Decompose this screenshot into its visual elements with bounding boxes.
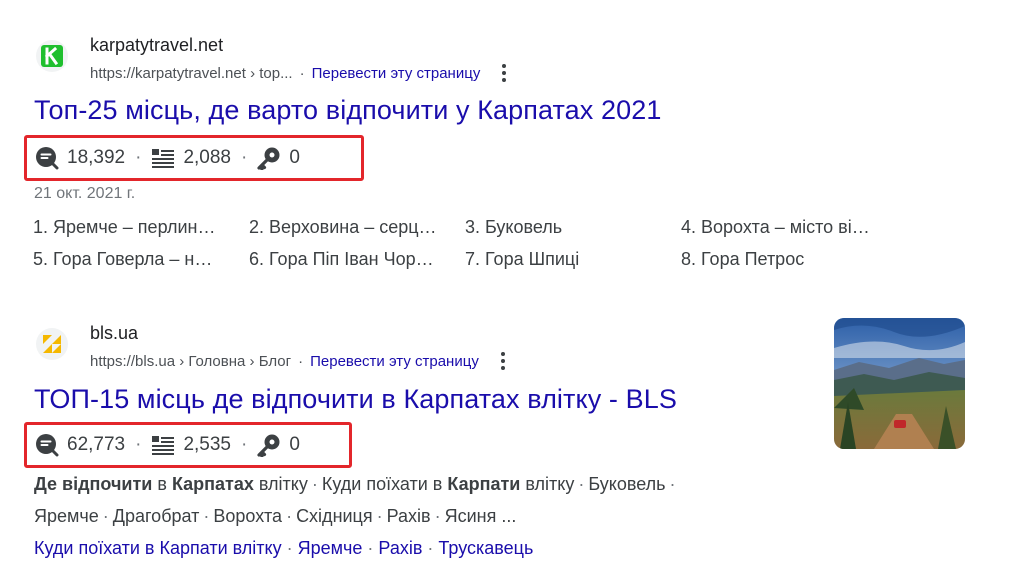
sitelink[interactable]: Рахів [378, 538, 422, 558]
traffic-value: 18,392 [67, 147, 126, 168]
separator-dot: · [286, 506, 293, 526]
separator-dot: · [578, 474, 585, 494]
keywords-value: 0 [289, 147, 300, 168]
separator-dot: · [434, 506, 441, 526]
snippet-text: Куди поїхати в [321, 474, 443, 494]
list-item[interactable]: 5. Гора Говерла – н… [33, 249, 243, 270]
separator-dot: · [427, 538, 434, 558]
snippet-text: влітку [520, 474, 575, 494]
list-item[interactable]: 7. Гора Шпиці [465, 249, 675, 270]
separator-dot: · [102, 506, 109, 526]
word-count-icon [152, 436, 175, 455]
snippet-text: в [152, 474, 172, 494]
separator-dot: · [241, 434, 248, 455]
list-item[interactable]: 4. Ворохта – місто ві… [681, 217, 896, 238]
snippet-bold: Карпатах [171, 474, 254, 494]
separator-dot: · [135, 147, 142, 168]
seo-metrics-highlight: 18,392 · 2,088 · 0 [24, 135, 364, 181]
site-name[interactable]: karpatytravel.net [90, 35, 223, 56]
karpatytravel-favicon[interactable] [36, 40, 68, 72]
keywords-metric: 0 [257, 433, 300, 457]
list-item[interactable]: 6. Гора Піп Іван Чор… [249, 249, 459, 270]
breadcrumb-url[interactable]: https://bls.ua › Головна › Блог [90, 353, 291, 370]
snippet-bold: Де відпочити [34, 474, 153, 494]
snippet-text: Рахів [386, 506, 431, 526]
separator-dot: · [203, 506, 210, 526]
sitelink[interactable]: Яремче [298, 538, 363, 558]
list-item[interactable]: 1. Яремче – перлин… [33, 217, 243, 238]
word-count-icon [152, 149, 175, 168]
url-line: https://bls.ua › Головна › Блог · Переве… [90, 350, 509, 372]
traffic-value: 62,773 [67, 434, 126, 455]
words-value: 2,088 [183, 147, 231, 168]
site-name[interactable]: bls.ua [90, 323, 138, 344]
snippet-line-1: Де відпочити в Карпатах влітку · Куди поїх… [34, 474, 680, 495]
separator-dot: · [298, 352, 304, 370]
snippet-text: влітку [253, 474, 308, 494]
snippet-bold: Карпати [447, 474, 521, 494]
snippet-text: Східниця [296, 506, 373, 526]
snippet-text: Ясиня ... [444, 506, 517, 526]
snippet-text: Яремче [34, 506, 99, 526]
translate-page-link[interactable]: Перевести эту страницу [312, 65, 481, 82]
k-logo-icon [41, 45, 63, 67]
words-value: 2,535 [183, 434, 231, 455]
search-traffic-icon [36, 147, 59, 170]
sitelink[interactable]: Трускавець [438, 538, 533, 558]
list-item[interactable]: 3. Буковель [465, 217, 675, 238]
keywords-metric: 0 [257, 146, 300, 170]
more-options-icon[interactable] [498, 62, 510, 84]
result-title-link[interactable]: Топ-25 місць, де варто відпочити у Карпа… [34, 95, 661, 126]
bls-logo-icon [43, 335, 61, 353]
separator-dot: · [376, 506, 383, 526]
list-item[interactable]: 2. Верховина – серц… [249, 217, 459, 238]
search-traffic-icon [36, 434, 59, 457]
bls-favicon[interactable] [36, 328, 68, 360]
snippet-text: Драгобрат [112, 506, 200, 526]
sitelink[interactable]: Куди поїхати в Карпати влітку [34, 538, 282, 558]
snippet-text: Ворохта [213, 506, 283, 526]
snippet-line-2: Яремче · Драгобрат · Ворохта · Східниця · Рахів ·… [34, 506, 516, 527]
key-icon [257, 147, 280, 170]
more-options-icon[interactable] [497, 350, 509, 372]
breadcrumb-url[interactable]: https://karpatytravel.net › top... [90, 65, 293, 82]
url-line: https://karpatytravel.net › top... · Пер… [90, 62, 510, 84]
list-item[interactable]: 8. Гора Петрос [681, 249, 896, 270]
words-metric: 2,088 [151, 147, 231, 169]
sitelinks: Куди поїхати в Карпати влітку · Яремче · Рах… [34, 538, 533, 559]
publish-date: 21 окт. 2021 г. [34, 185, 136, 202]
words-metric: 2,535 [151, 434, 231, 456]
separator-dot: · [241, 147, 248, 168]
separator-dot: · [669, 474, 676, 494]
seo-metrics-highlight: 62,773 · 2,535 · 0 [24, 422, 352, 468]
snippet-text: Буковель [588, 474, 666, 494]
mountain-landscape-image [834, 318, 965, 449]
separator-dot: · [286, 538, 293, 558]
keywords-value: 0 [289, 434, 300, 455]
separator-dot: · [299, 64, 305, 82]
separator-dot: · [135, 434, 142, 455]
separator-dot: · [311, 474, 318, 494]
traffic-metric: 18,392 [35, 146, 125, 170]
separator-dot: · [367, 538, 374, 558]
result-thumbnail[interactable] [834, 318, 965, 449]
result-title-link[interactable]: ТОП-15 місць де відпочити в Карпатах влі… [34, 384, 677, 415]
key-icon [257, 434, 280, 457]
translate-page-link[interactable]: Перевести эту страницу [310, 353, 479, 370]
traffic-metric: 62,773 [35, 433, 125, 457]
